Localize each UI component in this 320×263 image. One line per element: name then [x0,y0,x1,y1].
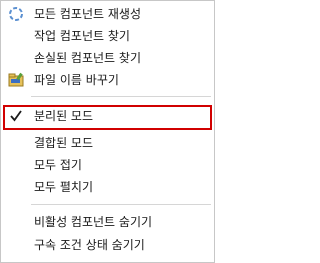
menu-item-detached-mode[interactable]: 분리된 모드 [3,105,212,130]
menu-item-hide-inactive-components[interactable]: 비활성 컴포넌트 숨기기 [3,211,212,233]
menu-item-label: 손실된 컴포넌트 찾기 [34,51,141,65]
menu-item-label: 분리된 모드 [34,109,94,123]
menu-item-expand-all[interactable]: 모두 펼치기 [3,176,212,198]
menu-item-label: 파일 이름 바꾸기 [34,73,119,87]
menu-item-find-missing-components[interactable]: 손실된 컴포넌트 찾기 [3,47,212,69]
menu-separator [31,204,211,205]
checkmark-icon [7,107,25,125]
menu-item-label: 작업 컴포넌트 찾기 [34,29,130,43]
menu-item-label: 모든 컴포넌트 재생성 [34,7,141,21]
menu-item-collapse-all[interactable]: 모두 접기 [3,154,212,176]
menu-item-label: 모두 펼치기 [34,180,94,194]
menu-item-combined-mode[interactable]: 결합된 모드 [3,132,212,154]
menu-item-regenerate-all-components[interactable]: 모든 컴포넌트 재생성 [3,3,212,25]
menu-item-label: 모두 접기 [34,158,82,172]
regenerate-icon [7,5,25,23]
menu-separator [31,96,211,97]
rename-file-icon [7,71,25,89]
context-menu: 모든 컴포넌트 재생성 작업 컴포넌트 찾기 손실된 컴포넌트 찾기 파일 이름… [0,0,215,263]
menu-item-hide-constraint-status[interactable]: 구속 조건 상태 숨기기 [3,234,212,256]
menu-item-label: 구속 조건 상태 숨기기 [34,238,145,252]
menu-item-find-working-components[interactable]: 작업 컴포넌트 찾기 [3,25,212,47]
menu-item-label: 비활성 컴포넌트 숨기기 [34,215,153,229]
menu-item-label: 결합된 모드 [34,136,94,150]
menu-item-rename-file[interactable]: 파일 이름 바꾸기 [3,69,212,91]
